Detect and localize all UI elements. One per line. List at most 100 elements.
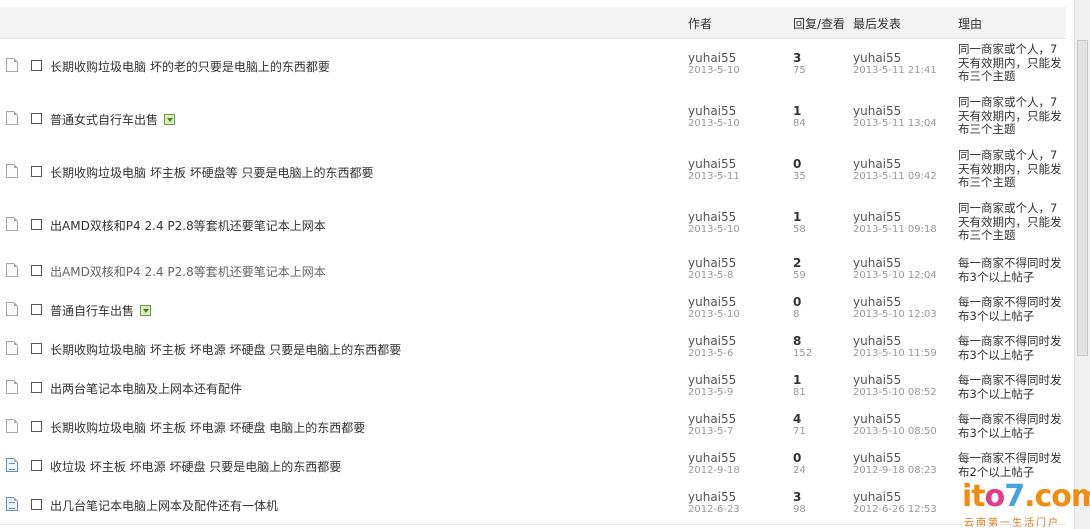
watermark-logo-text: ito7.com <box>962 479 1090 514</box>
reply-count: 0 <box>793 157 802 171</box>
author-name-link[interactable]: yuhai55 <box>688 374 736 387</box>
author-name-link[interactable]: yuhai55 <box>688 335 736 348</box>
post-date: 2013-5-10 <box>688 118 740 129</box>
select-thread-checkbox[interactable] <box>31 499 42 510</box>
thread-title-link[interactable]: 普通自行车出售 <box>50 302 152 319</box>
select-thread-checkbox[interactable] <box>31 343 42 354</box>
author-cell: yuhai55 2013-5-10 <box>688 52 740 77</box>
thread-document-icon <box>6 263 18 277</box>
last-poster-link[interactable]: yuhai55 <box>853 335 937 348</box>
last-post-cell: yuhai55 2013-5-10 12:04 <box>853 257 937 282</box>
stats-cell: 08 <box>793 296 801 321</box>
select-thread-checkbox[interactable] <box>31 265 42 276</box>
author-cell: yuhai55 2013-5-9 <box>688 374 736 399</box>
select-thread-checkbox[interactable] <box>31 421 42 432</box>
last-poster-link[interactable]: yuhai55 <box>853 374 937 387</box>
reason-text: 每一商家不得同时发布3个以上帖子 <box>958 412 1062 440</box>
stats-cell: 0 24 <box>793 452 806 477</box>
post-date: 2012-9-18 <box>688 465 740 476</box>
last-post-cell: yuhai55 2013-5-10 12:03 <box>853 296 937 321</box>
post-date: 2013-5-6 <box>688 348 734 359</box>
header-author[interactable]: 作者 <box>688 15 712 32</box>
author-name-link[interactable]: yuhai55 <box>688 413 736 426</box>
view-count: 98 <box>793 504 806 515</box>
vertical-scrollbar[interactable] <box>1074 0 1090 529</box>
last-poster-link[interactable]: yuhai55 <box>853 413 937 426</box>
author-name-link[interactable]: yuhai55 <box>688 257 736 270</box>
last-poster-link[interactable]: yuhai55 <box>853 211 937 224</box>
table-row: 出AMD双核和P4 2.4 P2.8等套机还要笔记本上网本 yuhai55 2013… <box>0 198 1066 252</box>
last-poster-link[interactable]: yuhai55 <box>853 158 937 171</box>
header-last-post[interactable]: 最后发表 <box>853 15 901 32</box>
select-thread-checkbox[interactable] <box>31 60 42 71</box>
thread-document-icon <box>6 497 18 511</box>
last-poster-link[interactable]: yuhai55 <box>853 491 937 504</box>
image-attachment-icon <box>164 114 176 125</box>
view-count: 71 <box>793 426 806 437</box>
thread-title-link[interactable]: 普通女式自行车出售 <box>50 111 176 128</box>
reply-count: 3 <box>793 51 802 65</box>
select-thread-checkbox[interactable] <box>31 219 42 230</box>
last-post-time-link[interactable]: 2013-5-10 12:04 <box>853 270 937 282</box>
view-count: 58 <box>793 224 806 235</box>
table-row: 长期收购垃圾电脑 坏的老的只要是电脑上的东西都要 yuhai55 2013-5-10… <box>0 39 1066 93</box>
stats-cell: 3 75 <box>793 52 806 77</box>
select-thread-checkbox[interactable] <box>31 460 42 471</box>
author-name-link[interactable]: yuhai55 <box>688 211 740 224</box>
table-row: 普通自行车出售 yuhai55 2013-5-10 0 8 yuhai55 2013-5-1… <box>0 290 1066 330</box>
last-post-time-link[interactable]: 2012-6-26 12:53 <box>853 504 937 516</box>
last-poster-link[interactable]: yuhai55 <box>853 452 937 465</box>
author-name-link[interactable]: yuhai55 <box>688 491 740 504</box>
thread-title-link[interactable]: 出几台笔记本电脑上网本及配件还有一体机 <box>50 497 278 514</box>
thread-title-link[interactable]: 出AMD双核和P4 2.4 P2.8等套机还要笔记本上网本 <box>50 263 326 280</box>
view-count: 152 <box>793 348 813 359</box>
last-post-time-link[interactable]: 2013-5-11 09:18 <box>853 224 937 236</box>
last-post-time-link[interactable]: 2013-5-11 09:42 <box>853 171 937 183</box>
author-cell: yuhai55 2013-5-10 <box>688 105 740 130</box>
last-post-time-link[interactable]: 2013-5-10 08:52 <box>853 387 937 399</box>
thread-title-link[interactable]: 长期收购垃圾电脑 坏的老的只要是电脑上的东西都要 <box>50 58 330 75</box>
table-header: 作者 回复/查看 最后发表 理由 <box>0 7 1066 39</box>
post-date: 2013-5-10 <box>688 65 740 76</box>
thread-document-icon <box>6 419 18 433</box>
author-name-link[interactable]: yuhai55 <box>688 158 740 171</box>
select-thread-checkbox[interactable] <box>31 113 42 124</box>
select-thread-checkbox[interactable] <box>31 382 42 393</box>
reason-text: 同一商家或个人，7天有效期内，只能发布三个主题 <box>958 42 1062 83</box>
reason-text: 同一商家或个人，7天有效期内，只能发布三个主题 <box>958 148 1062 189</box>
thread-title-link[interactable]: 长期收购垃圾电脑 坏主板 坏电源 坏硬盘 只要是电脑上的东西都要 <box>50 341 401 358</box>
reason-text: 同一商家或个人，7天有效期内，只能发布三个主题 <box>958 201 1062 242</box>
last-poster-link[interactable]: yuhai55 <box>853 296 937 309</box>
last-post-time-link[interactable]: 2013-5-10 08:50 <box>853 426 937 438</box>
view-count: 59 <box>793 270 806 281</box>
reason-text: 每一商家不得同时发布3个以上帖子 <box>958 295 1062 323</box>
last-poster-link[interactable]: yuhai55 <box>853 52 937 65</box>
last-post-time-link[interactable]: 2013-5-10 12:03 <box>853 309 937 321</box>
reply-count: 1 <box>793 104 802 118</box>
last-poster-link[interactable]: yuhai55 <box>853 105 937 118</box>
last-post-cell: yuhai55 2013-5-11 09:42 <box>853 158 937 183</box>
last-post-cell: yuhai55 2013-5-11 09:18 <box>853 211 937 236</box>
reply-count: 1 <box>793 373 802 387</box>
view-count: 24 <box>793 465 806 476</box>
select-thread-checkbox[interactable] <box>31 304 42 315</box>
author-name-link[interactable]: yuhai55 <box>688 296 740 309</box>
author-name-link[interactable]: yuhai55 <box>688 452 740 465</box>
header-replies-views[interactable]: 回复/查看 <box>793 15 845 32</box>
last-post-cell: yuhai55 2013-5-10 08:52 <box>853 374 937 399</box>
last-post-time-link[interactable]: 2013-5-11 21:41 <box>853 65 937 77</box>
scrollbar-thumb[interactable] <box>1077 40 1088 356</box>
thread-title-link[interactable]: 出两台笔记本电脑及上网本还有配件 <box>50 380 242 397</box>
last-poster-link[interactable]: yuhai55 <box>853 257 937 270</box>
author-name-link[interactable]: yuhai55 <box>688 105 740 118</box>
last-post-time-link[interactable]: 2012-9-18 08:23 <box>853 465 937 477</box>
select-thread-checkbox[interactable] <box>31 166 42 177</box>
last-post-time-link[interactable]: 2013-5-11 13:04 <box>853 118 937 130</box>
author-name-link[interactable]: yuhai55 <box>688 52 740 65</box>
thread-title-link[interactable]: 出AMD双核和P4 2.4 P2.8等套机还要笔记本上网本 <box>50 217 326 234</box>
thread-title-link[interactable]: 长期收购垃圾电脑 坏主板 坏硬盘等 只要是电脑上的东西都要 <box>50 164 373 181</box>
author-cell: yuhai55 2013-5-10 <box>688 296 740 321</box>
thread-title-link[interactable]: 长期收购垃圾电脑 坏主板 坏电源 坏硬盘 电脑上的东西都要 <box>50 419 365 436</box>
thread-title-link[interactable]: 收垃圾 坏主板 坏电源 坏硬盘 只要是电脑上的东西都要 <box>50 458 341 475</box>
last-post-time-link[interactable]: 2013-5-10 11:59 <box>853 348 937 360</box>
